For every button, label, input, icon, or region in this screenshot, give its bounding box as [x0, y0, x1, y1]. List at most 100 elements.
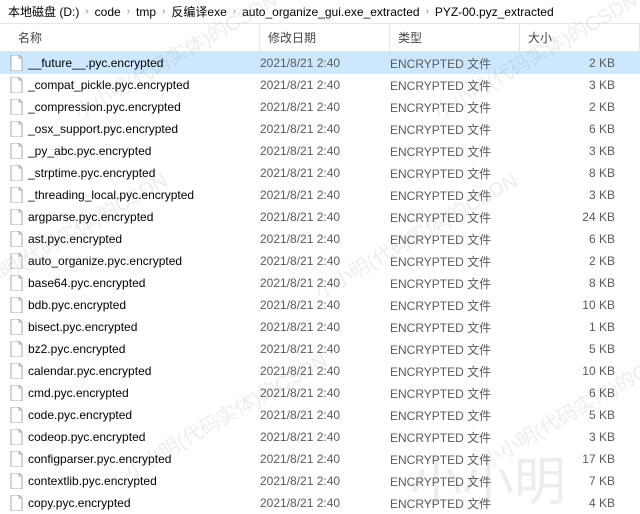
file-icon [10, 55, 24, 71]
table-row[interactable]: bisect.pyc.encrypted 2021/8/21 2:40ENCRYP… [0, 316, 640, 338]
breadcrumb[interactable]: 本地磁盘 (D:) › code › tmp › 反编译exe › auto_organize_… [0, 0, 640, 24]
col-header-type[interactable]: 类型 [390, 24, 520, 51]
file-size: 1 KB [520, 320, 640, 334]
file-date: 2021/8/21 2:40 [260, 408, 390, 422]
file-size: 2 KB [520, 254, 640, 268]
table-row[interactable]: configparser.pyc.encrypted2021/8/21 2:40… [0, 448, 640, 470]
file-size: 3 KB [520, 188, 640, 202]
file-type: ENCRYPTED 文件 [390, 451, 520, 468]
table-row[interactable]: code.pyc.encrypted 2021/8/21 2:40ENCRYPTE… [0, 404, 640, 426]
file-name: bisect.pyc.encrypted [28, 320, 137, 334]
file-size: 6 KB [520, 122, 640, 136]
file-date: 2021/8/21 2:40 [260, 210, 390, 224]
file-date: 2021/8/21 2:40 [260, 166, 390, 180]
breadcrumb-item[interactable]: tmp [136, 5, 156, 19]
table-row[interactable]: auto_organize.pyc.encrypted2021/8/21 2:4… [0, 250, 640, 272]
file-type: ENCRYPTED 文件 [390, 407, 520, 424]
file-type: ENCRYPTED 文件 [390, 209, 520, 226]
table-row[interactable]: calendar.pyc.encrypted2021/8/21 2:40ENCR… [0, 360, 640, 382]
col-header-date[interactable]: 修改日期 [260, 24, 390, 51]
file-type: ENCRYPTED 文件 [390, 143, 520, 160]
file-icon [10, 275, 24, 291]
col-header-size[interactable]: 大小 [520, 24, 640, 51]
chevron-right-icon: › [127, 6, 130, 17]
table-row[interactable]: contextlib.pyc.encrypted2021/8/21 2:40EN… [0, 470, 640, 492]
table-row[interactable]: _threading_local.pyc.encrypted2021/8/21 … [0, 184, 640, 206]
file-size: 3 KB [520, 78, 640, 92]
file-type: ENCRYPTED 文件 [390, 121, 520, 138]
file-name: _compat_pickle.pyc.encrypted [28, 78, 189, 92]
file-icon [10, 231, 24, 247]
chevron-right-icon: › [426, 6, 429, 17]
table-row[interactable]: _compression.pyc.encrypted2021/8/21 2:40… [0, 96, 640, 118]
breadcrumb-item[interactable]: auto_organize_gui.exe_extracted [242, 5, 419, 19]
file-type: ENCRYPTED 文件 [390, 319, 520, 336]
file-icon [10, 143, 24, 159]
file-type: ENCRYPTED 文件 [390, 363, 520, 380]
file-icon [10, 407, 24, 423]
file-size: 6 KB [520, 232, 640, 246]
table-row[interactable]: copy.pyc.encrypted2021/8/21 2:40ENCRYPTE… [0, 492, 640, 514]
file-date: 2021/8/21 2:40 [260, 320, 390, 334]
file-type: ENCRYPTED 文件 [390, 187, 520, 204]
file-icon [10, 297, 24, 313]
file-date: 2021/8/21 2:40 [260, 188, 390, 202]
file-name: __future__.pyc.encrypted [28, 56, 163, 70]
table-row[interactable]: ast.pyc.encrypted2021/8/21 2:40ENCRYPTED… [0, 228, 640, 250]
file-icon [10, 451, 24, 467]
file-size: 2 KB [520, 56, 640, 70]
file-date: 2021/8/21 2:40 [260, 254, 390, 268]
file-size: 3 KB [520, 430, 640, 444]
table-row[interactable]: __future__.pyc.encrypted2021/8/21 2:40EN… [0, 52, 640, 74]
column-headers: 名称 修改日期 类型 大小 [0, 24, 640, 52]
file-icon [10, 495, 24, 511]
col-header-name[interactable]: 名称 [10, 24, 260, 51]
file-icon [10, 165, 24, 181]
file-size: 2 KB [520, 100, 640, 114]
file-icon [10, 209, 24, 225]
file-size: 10 KB [520, 298, 640, 312]
file-name: code.pyc.encrypted [28, 408, 132, 422]
breadcrumb-item[interactable]: PYZ-00.pyz_extracted [435, 5, 554, 19]
breadcrumb-item[interactable]: 反编译exe [171, 3, 226, 20]
breadcrumb-item[interactable]: code [95, 5, 121, 19]
file-name: bz2.pyc.encrypted [28, 342, 125, 356]
file-date: 2021/8/21 2:40 [260, 342, 390, 356]
table-row[interactable]: _osx_support.pyc.encrypted 2021/8/21 2:40… [0, 118, 640, 140]
table-row[interactable]: argparse.pyc.encrypted2021/8/21 2:40ENCR… [0, 206, 640, 228]
table-row[interactable]: bz2.pyc.encrypted2021/8/21 2:40ENCRYPTED… [0, 338, 640, 360]
file-type: ENCRYPTED 文件 [390, 253, 520, 270]
file-icon [10, 253, 24, 269]
table-row[interactable]: _strptime.pyc.encrypted2021/8/21 2:40ENC… [0, 162, 640, 184]
file-size: 5 KB [520, 408, 640, 422]
table-row[interactable]: codeop.pyc.encrypted2021/8/21 2:40ENCRYP… [0, 426, 640, 448]
table-row[interactable]: base64.pyc.encrypted2021/8/21 2:40ENCRYP… [0, 272, 640, 294]
file-size: 7 KB [520, 474, 640, 488]
table-row[interactable]: cmd.pyc.encrypted2021/8/21 2:40ENCRYPTED… [0, 382, 640, 404]
file-type: ENCRYPTED 文件 [390, 385, 520, 402]
file-date: 2021/8/21 2:40 [260, 276, 390, 290]
file-name: _compression.pyc.encrypted [28, 100, 181, 114]
file-size: 3 KB [520, 144, 640, 158]
file-type: ENCRYPTED 文件 [390, 429, 520, 446]
file-size: 17 KB [520, 452, 640, 466]
file-date: 2021/8/21 2:40 [260, 56, 390, 70]
file-date: 2021/8/21 2:40 [260, 122, 390, 136]
file-type: ENCRYPTED 文件 [390, 275, 520, 292]
file-date: 2021/8/21 2:40 [260, 78, 390, 92]
file-list: __future__.pyc.encrypted2021/8/21 2:40EN… [0, 52, 640, 514]
file-name: _osx_support.pyc.encrypted [28, 122, 178, 136]
breadcrumb-item[interactable]: 本地磁盘 (D:) [8, 3, 79, 20]
file-type: ENCRYPTED 文件 [390, 297, 520, 314]
table-row[interactable]: _compat_pickle.pyc.encrypted 2021/8/21 2:… [0, 74, 640, 96]
chevron-right-icon: › [85, 6, 88, 17]
table-row[interactable]: bdb.pyc.encrypted2021/8/21 2:40ENCRYPTED… [0, 294, 640, 316]
file-name: contextlib.pyc.encrypted [28, 474, 157, 488]
file-date: 2021/8/21 2:40 [260, 298, 390, 312]
file-date: 2021/8/21 2:40 [260, 386, 390, 400]
file-size: 8 KB [520, 276, 640, 290]
file-icon [10, 99, 24, 115]
file-size: 10 KB [520, 364, 640, 378]
chevron-right-icon: › [233, 6, 236, 17]
table-row[interactable]: _py_abc.pyc.encrypted2021/8/21 2:40ENCRY… [0, 140, 640, 162]
